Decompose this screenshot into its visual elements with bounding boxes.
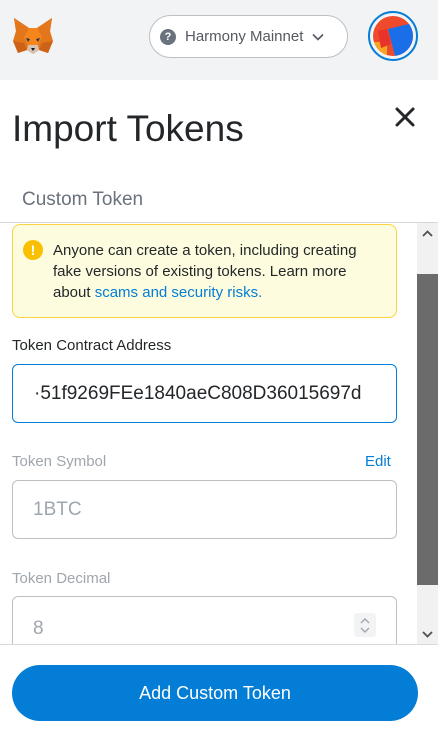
token-symbol-label: Token Symbol (12, 453, 107, 470)
token-decimal-input[interactable]: 8 (12, 596, 397, 644)
scroll-down-arrow-icon[interactable] (417, 624, 438, 644)
token-decimal-label: Token Decimal (12, 570, 111, 587)
network-label: Harmony Mainnet (185, 28, 304, 45)
tab-custom-token[interactable]: Custom Token (22, 189, 143, 211)
form-scroll-area: ! Anyone can create a token, including c… (0, 223, 438, 644)
contract-address-value: ·51f9269FEe1840aeC808D36015697d (34, 382, 362, 404)
scrollbar-thumb[interactable] (417, 274, 438, 585)
top-bar: ? Harmony Mainnet (0, 0, 438, 80)
account-identicon (373, 16, 413, 56)
warning-text: Anyone can create a token, including cre… (53, 240, 388, 303)
metamask-fox-icon[interactable] (12, 17, 54, 57)
help-icon: ? (160, 28, 176, 45)
scroll-up-arrow-icon[interactable] (417, 223, 438, 243)
page-title: Import Tokens (12, 108, 244, 149)
footer: Add Custom Token (0, 644, 438, 734)
stepper-icon[interactable] (354, 613, 376, 637)
contract-address-input[interactable]: ·51f9269FEe1840aeC808D36015697d (12, 364, 397, 423)
add-custom-token-button[interactable]: Add Custom Token (12, 665, 418, 721)
contract-address-label: Token Contract Address (12, 337, 172, 354)
token-symbol-edit-link[interactable]: Edit (365, 453, 391, 470)
scams-link[interactable]: scams and security risks. (95, 284, 263, 301)
warning-banner: ! Anyone can create a token, including c… (12, 224, 397, 318)
account-avatar[interactable] (368, 11, 418, 61)
warning-icon: ! (23, 240, 43, 260)
close-icon[interactable] (393, 105, 417, 129)
network-selector[interactable]: ? Harmony Mainnet (149, 15, 348, 58)
chevron-down-icon (312, 33, 324, 41)
token-symbol-value: 1BTC (33, 498, 82, 520)
scrollbar[interactable] (417, 223, 438, 644)
token-decimal-value: 8 (33, 618, 44, 639)
token-symbol-input[interactable]: 1BTC (12, 480, 397, 539)
